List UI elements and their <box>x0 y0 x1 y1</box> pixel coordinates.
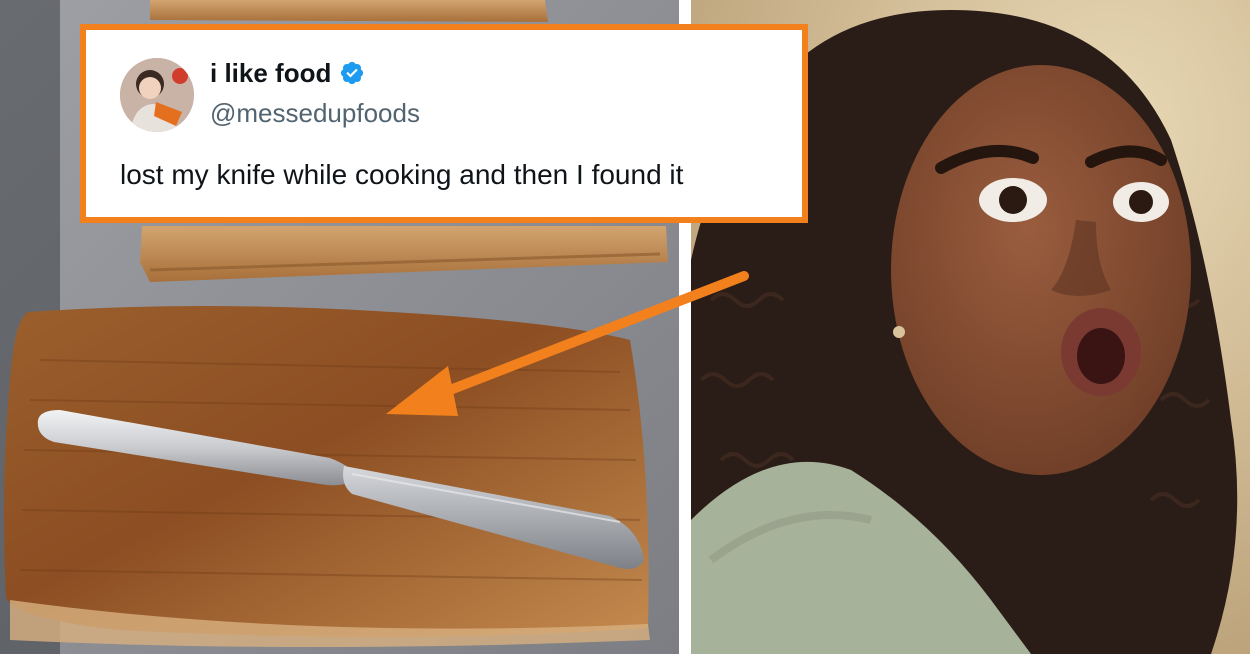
avatar <box>120 58 194 132</box>
tweet-name-row: i like food <box>210 60 365 86</box>
tweet-text: lost my knife while cooking and then I f… <box>120 159 684 190</box>
tweet-display-name: i like food <box>210 58 332 88</box>
avatar-image <box>120 58 194 132</box>
verified-badge-icon <box>341 61 364 85</box>
tweet-card: i like food @messedupfoods lost my knife… <box>80 24 808 223</box>
tweet-handle: @messedupfoods <box>210 98 420 128</box>
